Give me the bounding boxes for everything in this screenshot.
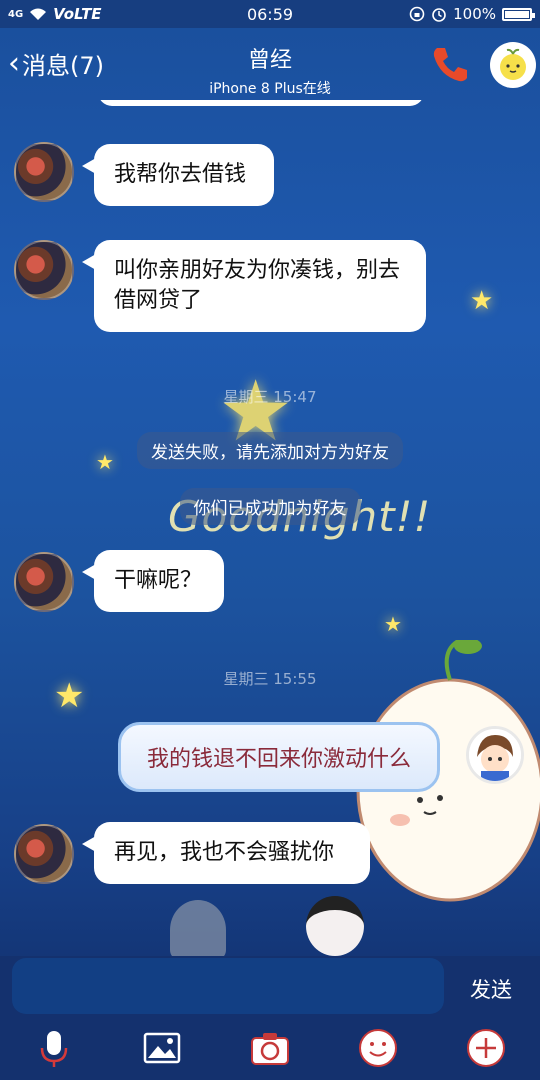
contact-avatar[interactable]: [14, 240, 74, 300]
system-message: 发送失败，请先添加对方为好友: [0, 432, 540, 469]
camera-icon: [251, 1033, 289, 1065]
contact-avatar[interactable]: [14, 142, 74, 202]
microphone-icon: [40, 1031, 68, 1067]
girl-figure-decoration: [306, 896, 364, 956]
timestamp: 星期三 15:47: [223, 388, 317, 406]
message-text: 我帮你去借钱: [114, 162, 247, 187]
input-bar: 发送: [0, 956, 540, 1080]
message-bubble[interactable]: 干嘛呢？: [82, 550, 224, 612]
chat-area[interactable]: ★ ★ ★ ★ ★ Goodnight!! 我帮你去借钱 叫你亲朋好友为你凑钱，…: [0, 100, 540, 956]
system-message: 你们已成功加为好友: [0, 488, 540, 525]
battery-icon: [502, 7, 535, 21]
title-bar: ‹ 消息(7) 曾经 iPhone 8 Plus在线: [0, 28, 540, 100]
message-text: 干嘛呢？: [114, 568, 203, 593]
wifi-icon: [30, 8, 47, 20]
image-icon: [143, 1032, 181, 1064]
more-button[interactable]: [466, 1028, 506, 1068]
message-text: 叫你亲朋好友为你凑钱，别去借网贷了: [114, 258, 401, 313]
network-type: 4G: [8, 8, 24, 20]
star-decoration: ★: [470, 286, 494, 316]
system-message-text: 你们已成功加为好友: [179, 488, 361, 525]
voice-button[interactable]: [34, 1028, 74, 1068]
contact-avatar[interactable]: [14, 824, 74, 884]
my-message-text: 我的钱退不回来你激动什么: [146, 747, 411, 772]
contact-avatar[interactable]: [14, 552, 74, 612]
contact-avatar-button[interactable]: [490, 42, 536, 88]
message-text: 再见，我也不会骚扰你: [114, 840, 335, 865]
volte-label: VoLTE: [53, 5, 102, 23]
cartoon-avatar-icon: [469, 729, 521, 781]
plus-icon: [467, 1029, 505, 1067]
rotation-lock-icon: [409, 6, 425, 22]
message-bubble[interactable]: 再见，我也不会骚扰你: [82, 822, 370, 884]
camera-button[interactable]: [250, 1028, 290, 1068]
emoji-icon: [359, 1029, 397, 1067]
message-bubble[interactable]: 叫你亲朋好友为你凑钱，别去借网贷了: [82, 240, 426, 332]
message-input[interactable]: [12, 958, 444, 1014]
message-bubble[interactable]: 我帮你去借钱: [82, 144, 274, 206]
back-button[interactable]: ‹ 消息(7): [8, 46, 104, 81]
star-decoration: ★: [384, 612, 402, 636]
battery-percent: 100%: [453, 5, 496, 23]
send-button[interactable]: 发送: [470, 974, 512, 1004]
gray-figure-decoration: [170, 900, 226, 956]
chevron-left-icon: ‹: [8, 45, 20, 81]
my-avatar[interactable]: [466, 726, 524, 784]
my-message-bubble[interactable]: 我的钱退不回来你激动什么: [118, 722, 440, 792]
image-button[interactable]: [142, 1028, 182, 1068]
phone-icon: [433, 48, 467, 82]
system-message-text: 发送失败，请先添加对方为好友: [137, 432, 403, 469]
emoji-button[interactable]: [358, 1028, 398, 1068]
alarm-icon: [432, 8, 446, 22]
back-label: 消息(7): [22, 52, 104, 80]
phone-call-button[interactable]: [428, 42, 472, 86]
status-bar: 4G VoLTE 06:59 100%: [0, 0, 540, 28]
previous-message-bubble[interactable]: [98, 100, 424, 106]
egg-avatar-icon: [500, 48, 526, 80]
